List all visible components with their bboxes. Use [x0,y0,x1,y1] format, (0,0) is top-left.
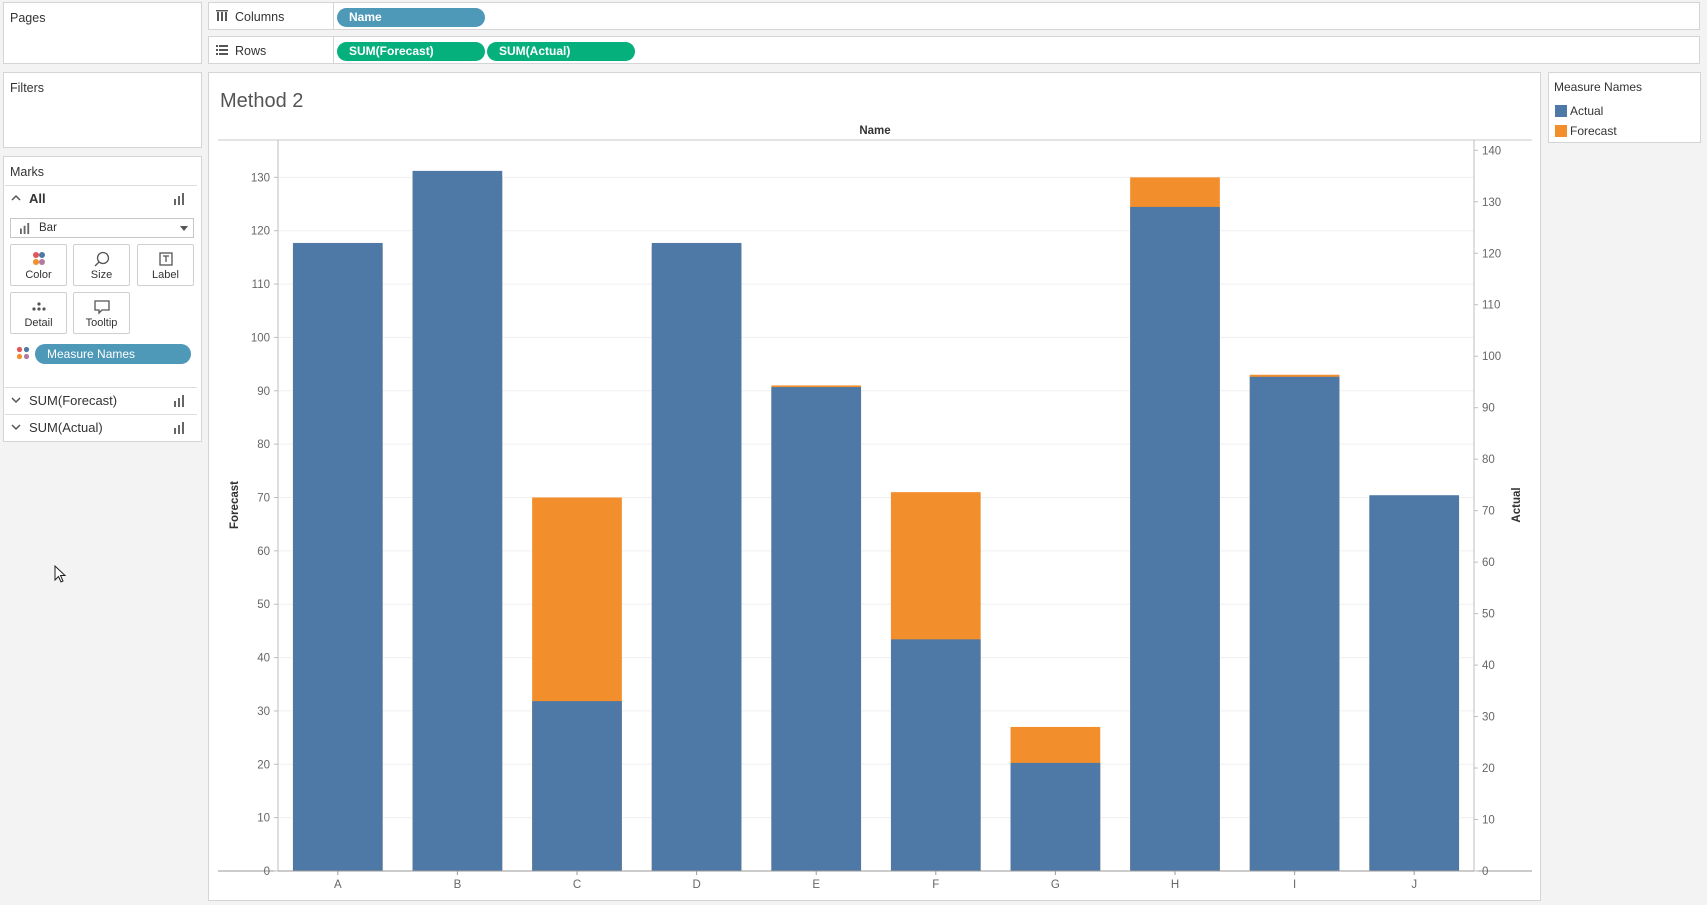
bar-actual-D[interactable] [651,242,742,871]
y-tick-label-right: 40 [1482,660,1495,672]
x-tick-label: C [573,879,581,891]
y-tick-label-right: 90 [1482,403,1495,415]
y-tick-label-left: 70 [257,492,270,504]
y-tick-label-left: 30 [257,706,270,718]
bar-actual-G[interactable] [1010,762,1101,871]
y-tick-label-left: 90 [257,386,270,398]
y-tick-label-right: 70 [1482,506,1495,518]
x-tick-label: G [1051,879,1060,891]
legend-title: Measure Names [1554,80,1643,94]
bar-actual-A[interactable] [292,242,383,871]
bar-chart: 0 10 20 30 40 50 60 70 80 90 100 110 120 130 0 10 20 30 40… [218,125,1532,891]
legend-label-actual: Actual [1570,104,1604,118]
legend-item-actual[interactable]: Actual [1555,104,1604,118]
y-tick-label-right: 50 [1482,609,1495,621]
x-tick-label: J [1411,879,1417,891]
y-tick-label-left: 0 [264,866,270,878]
x-tick-label: A [334,879,342,891]
bar-actual-C[interactable] [532,701,622,871]
bar-actual-I[interactable] [1249,376,1340,871]
x-tick-label: I [1293,879,1296,891]
y-tick-label-left: 60 [257,546,270,558]
y-tick-label-left: 100 [251,332,270,344]
y-axis-title-right: Actual [1511,487,1523,522]
x-tick-label: E [812,879,820,891]
y-tick-label-right: 80 [1482,454,1495,466]
y-tick-label-left: 80 [257,439,270,451]
y-tick-label-right: 110 [1482,300,1500,312]
y-tick-label-right: 20 [1482,763,1495,775]
x-tick-label: F [932,879,939,891]
legend-label-forecast: Forecast [1570,124,1617,138]
bar-actual-B[interactable] [412,170,503,871]
x-tick-label: H [1171,879,1179,891]
bar-actual-F[interactable] [890,639,981,871]
y-tick-label-left: 130 [251,172,270,184]
bar-actual-E[interactable] [771,387,862,871]
y-tick-label-right: 60 [1482,557,1495,569]
y-tick-label-right: 30 [1482,712,1495,724]
y-tick-label-left: 110 [252,279,270,291]
bars [292,170,1460,872]
legend-swatch-actual [1555,105,1567,117]
y-tick-label-right: 130 [1482,197,1501,209]
y-tick-label-right: 10 [1482,815,1495,827]
y-tick-label-right: 100 [1482,351,1501,363]
legend-item-forecast[interactable]: Forecast [1555,124,1617,138]
x-tick-label: B [454,879,462,891]
y-tick-label-right: 120 [1482,248,1501,260]
y-tick-label-left: 40 [257,653,270,665]
bar-actual-J[interactable] [1369,495,1460,871]
y-tick-label-left: 120 [251,226,270,238]
y-tick-label-left: 50 [257,599,270,611]
y-tick-label-right: 0 [1482,866,1488,878]
bar-actual-H[interactable] [1130,206,1220,871]
x-tick-label: D [692,879,700,891]
y-tick-label-right: 140 [1482,145,1501,157]
column-header: Name [859,125,890,137]
y-axis-title-left: Forecast [229,481,241,529]
y-tick-label-left: 10 [257,813,270,825]
y-tick-label-left: 20 [257,759,270,771]
legend-swatch-forecast [1555,125,1567,137]
